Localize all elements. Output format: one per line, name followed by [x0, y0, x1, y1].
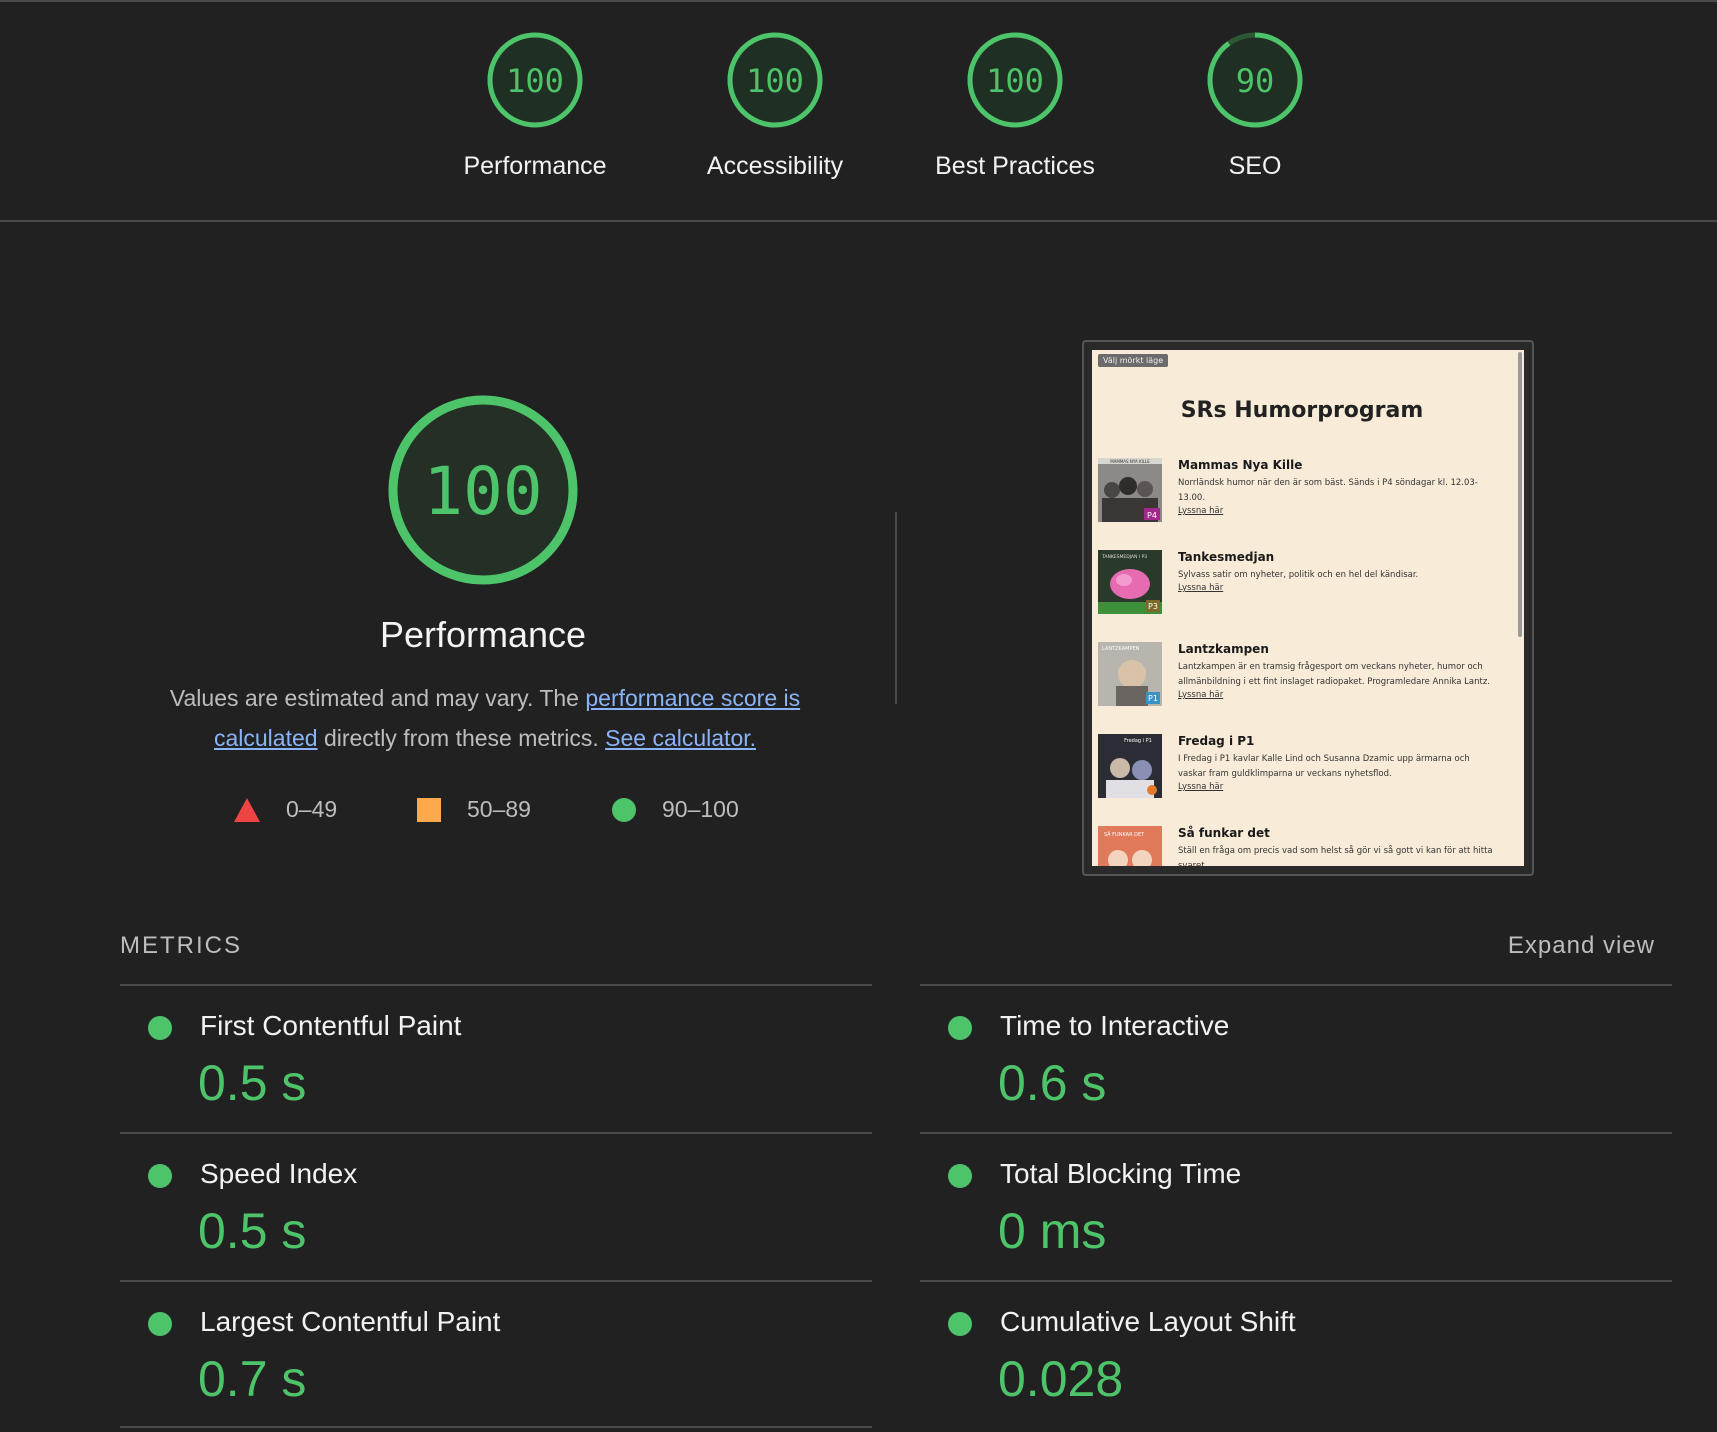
- listen-link: Lyssna här: [1178, 583, 1224, 593]
- legend-pass-label: 90–100: [662, 796, 739, 822]
- svg-text:P4: P4: [1147, 511, 1157, 520]
- program-name: Fredag i P1: [1178, 734, 1255, 748]
- gauge-ring: 100: [967, 32, 1063, 128]
- legend-average-label: 50–89: [467, 796, 531, 822]
- program-name: Tankesmedjan: [1178, 550, 1275, 564]
- svg-text:SÅ FUNKAR DET: SÅ FUNKAR DET: [1104, 831, 1145, 838]
- expand-view-toggle[interactable]: Expand view: [1508, 932, 1655, 960]
- pass-circle-icon: [148, 1016, 172, 1040]
- screenshot-scrollbar: [1518, 352, 1522, 637]
- program-description: Lantzkampen är en tramsig frågesport om …: [1178, 662, 1491, 687]
- program-description: Sylvass satir om nyheter, politik och en…: [1178, 570, 1419, 580]
- metric-first-contentful-paint: First Contentful Paint 0.5 s: [120, 984, 872, 1132]
- see-calculator-link[interactable]: See calculator.: [605, 725, 756, 751]
- svg-text:TANKESMEDJAN I P3: TANKESMEDJAN I P3: [1101, 554, 1147, 560]
- description-middle: directly from these metrics.: [317, 725, 606, 751]
- dark-mode-button: Välj mörkt läge: [1098, 354, 1169, 367]
- legend-fail: 0–49: [234, 796, 337, 823]
- metric-label: Total Blocking Time: [1000, 1158, 1242, 1189]
- pass-circle-icon: [948, 1016, 972, 1040]
- final-screenshot[interactable]: Välj mörkt läge SRs Humorprogram P4 MAMM…: [1082, 340, 1534, 876]
- gauge-seo[interactable]: 90 SEO: [1155, 30, 1355, 181]
- performance-description: Values are estimated and may vary. The p…: [140, 678, 830, 758]
- metric-label: Speed Index: [200, 1158, 358, 1189]
- gauge-best-practices[interactable]: 100 Best Practices: [915, 30, 1115, 181]
- gauge-ring: 90: [1207, 32, 1303, 128]
- gauge-score: 100: [506, 62, 564, 100]
- gauge-label: Accessibility: [706, 152, 844, 180]
- screenshot-page-title: SRs Humorprogram: [1180, 398, 1424, 423]
- gauge-label: Best Practices: [935, 152, 1095, 180]
- vertical-divider: [895, 512, 897, 704]
- score-gauges-bar: 100 Performance 100 Accessibility 100 Be…: [0, 0, 1717, 222]
- gauge-score: 90: [1236, 62, 1275, 100]
- metric-time-to-interactive: Time to Interactive 0.6 s: [920, 984, 1672, 1132]
- metrics-bottom-divider: [120, 1426, 872, 1428]
- performance-main-gauge: 100: [385, 392, 581, 593]
- metric-value: 0.5 s: [198, 1055, 307, 1111]
- metric-label: First Contentful Paint: [200, 1010, 462, 1041]
- metric-speed-index: Speed Index 0.5 s: [120, 1132, 872, 1280]
- triangle-icon: [234, 797, 260, 822]
- pass-circle-icon: [148, 1312, 172, 1336]
- gauge-score: 100: [986, 62, 1044, 100]
- legend-pass: 90–100: [612, 796, 739, 823]
- svg-text:P3: P3: [1148, 602, 1158, 611]
- performance-main-score: 100: [423, 453, 542, 530]
- program-description: Norrländsk humor när den är som bäst. Sä…: [1178, 478, 1478, 503]
- listen-link: Lyssna här: [1178, 506, 1224, 516]
- program-thumbnail: P3 TANKESMEDJAN I P3: [1098, 550, 1162, 614]
- program-name: Lantzkampen: [1178, 642, 1269, 656]
- pass-circle-icon: [148, 1164, 172, 1188]
- screenshot-page: Välj mörkt läge SRs Humorprogram P4 MAMM…: [1092, 350, 1524, 866]
- metric-value: 0.028: [998, 1351, 1124, 1407]
- gauge-performance[interactable]: 100 Performance: [435, 30, 635, 181]
- gauge-label: Performance: [463, 152, 607, 180]
- metric-label: Largest Contentful Paint: [200, 1306, 501, 1337]
- metric-value: 0.5 s: [198, 1203, 307, 1259]
- square-icon: [417, 797, 441, 822]
- description-prefix: Values are estimated and may vary. The: [169, 685, 586, 711]
- metric-label: Time to Interactive: [1000, 1010, 1230, 1041]
- listen-link: Lyssna här: [1178, 782, 1224, 792]
- program-thumbnail: Fredag i P1: [1098, 734, 1162, 798]
- legend-average: 50–89: [417, 796, 531, 823]
- svg-text:Fredag i P1: Fredag i P1: [1124, 738, 1152, 744]
- svg-text:MAMMAS NYA KILLE: MAMMAS NYA KILLE: [1110, 459, 1150, 464]
- metric-label: Cumulative Layout Shift: [1000, 1306, 1296, 1337]
- svg-text:LANTZKAMPEN: LANTZKAMPEN: [1102, 646, 1140, 652]
- listen-link: Lyssna här: [1178, 690, 1224, 700]
- gauge-label: SEO: [1228, 152, 1282, 180]
- program-name: Så funkar det: [1178, 826, 1270, 840]
- svg-text:P1: P1: [1148, 694, 1158, 703]
- gauge-score: 100: [746, 62, 804, 100]
- gauge-accessibility[interactable]: 100 Accessibility: [675, 30, 875, 181]
- program-description: Ställ en fråga om precis vad som helst s…: [1178, 846, 1493, 866]
- metric-value: 0.7 s: [198, 1351, 307, 1407]
- metric-cumulative-layout-shift: Cumulative Layout Shift 0.028: [920, 1280, 1672, 1428]
- pass-circle-icon: [948, 1164, 972, 1188]
- metric-value: 0.6 s: [998, 1055, 1107, 1111]
- gauge-ring: 100: [487, 32, 583, 128]
- program-thumbnail: P1 LANTZKAMPEN: [1098, 642, 1162, 706]
- program-name: Mammas Nya Kille: [1178, 458, 1303, 472]
- circle-icon: [612, 797, 636, 822]
- legend-fail-label: 0–49: [286, 796, 338, 822]
- program-description: I Fredag i P1 kavlar Kalle Lind och Susa…: [1178, 754, 1470, 779]
- performance-title: Performance: [379, 614, 587, 655]
- metric-total-blocking-time: Total Blocking Time 0 ms: [920, 1132, 1672, 1280]
- gauge-ring: 100: [727, 32, 823, 128]
- metrics-heading: METRICS: [120, 932, 242, 959]
- top-border: [0, 0, 1717, 2]
- program-thumbnail: P4 MAMMAS NYA KILLE: [1098, 458, 1162, 522]
- metric-largest-contentful-paint: Largest Contentful Paint 0.7 s: [120, 1280, 872, 1428]
- metric-value: 0 ms: [998, 1203, 1107, 1259]
- program-thumbnail: SÅ FUNKAR DET: [1098, 826, 1162, 866]
- pass-circle-icon: [948, 1312, 972, 1336]
